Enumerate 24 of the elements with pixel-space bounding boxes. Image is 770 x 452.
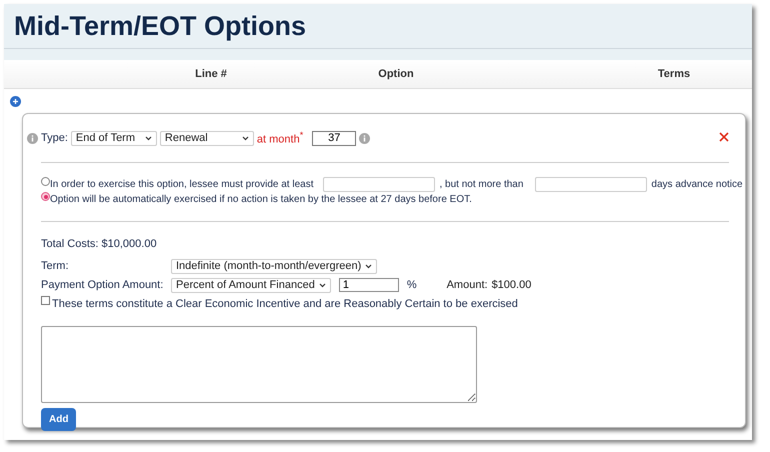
term-label: Term: [41,260,70,272]
checkbox-label: These terms constitute a Clear Economic Incentive and are Reasonably Certain to be exercised [52,298,518,310]
option-text: , but not more than [439,179,524,190]
option-text: In order to exercise this option, lessee must provide at least [50,179,314,190]
option-text: Option will be automatically exercised if no action is taken by the lessee at 27 days before EOT. [50,194,472,205]
column-header[interactable]: Terms [596,68,752,80]
percent-field[interactable]: 1 [338,278,399,292]
page-title: Mid-Term/EOT Options [14,10,306,42]
unit-label: % [406,279,417,291]
amount-label: Amount: [446,279,488,291]
month-label: at month$^{*}$ [256,130,304,146]
add-button[interactable]: Add [41,408,76,431]
term-dropdown[interactable]: Indefinite (month-to-month/evergreen) [171,258,378,274]
total-costs: Total Costs: $10,000.00 [41,238,157,250]
column-header[interactable]: Line # [124,68,298,80]
type-dropdown[interactable]: End of Term [70,130,157,146]
month-field[interactable]: 37 [312,130,356,146]
amount-value: $100.00 [492,279,532,291]
payment-dropdown[interactable]: Percent of Amount Financed [171,278,331,292]
payment-label: Payment Option Amount: [41,279,164,291]
option-dropdown[interactable]: Renewal [160,130,254,146]
column-header[interactable]: Option [298,68,494,80]
option-text: days advance notice [651,179,743,190]
type-label: Type: [41,132,68,144]
